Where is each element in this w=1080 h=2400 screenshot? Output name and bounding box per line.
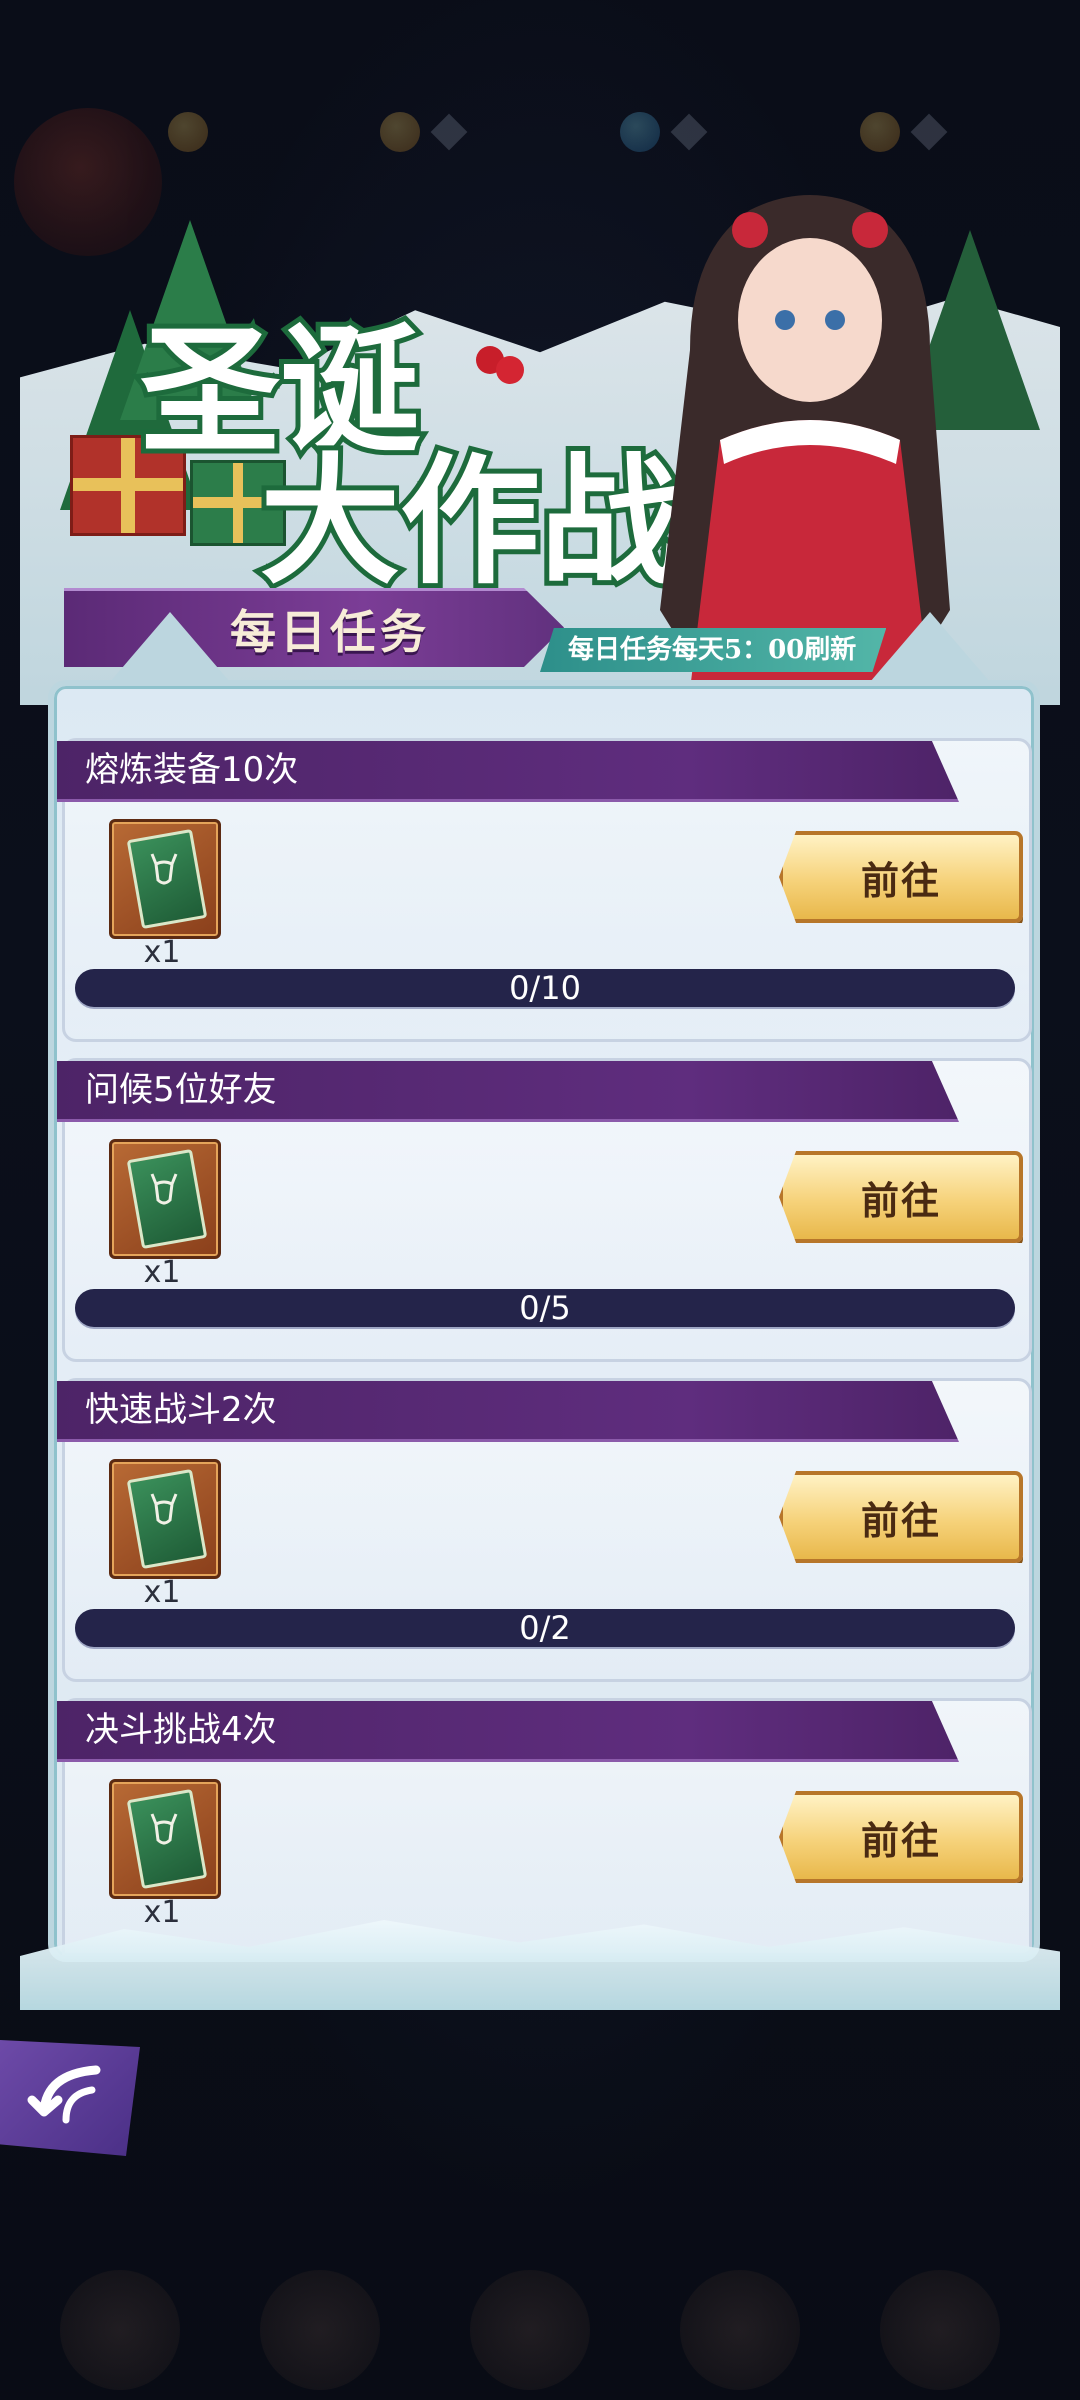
go-button-label: 前往	[860, 1497, 941, 1543]
token-icon	[860, 112, 900, 152]
gem-icon	[620, 112, 660, 152]
go-button-label: 前往	[860, 1817, 941, 1863]
back-arrow-icon	[27, 2065, 101, 2124]
background-bottom-nav	[0, 2230, 1080, 2400]
reindeer-card-icon[interactable]	[109, 1459, 221, 1579]
reindeer-card-icon[interactable]	[109, 819, 221, 939]
reindeer-card-icon[interactable]	[109, 1779, 221, 1899]
diamond-icon	[910, 113, 948, 151]
resource-gold	[168, 112, 208, 152]
reindeer-card-icon[interactable]	[109, 1139, 221, 1259]
progress-text: 0/10	[509, 969, 581, 1007]
panel-corner-ornament	[870, 612, 990, 682]
holly-berry-icon	[496, 356, 524, 384]
go-button[interactable]: 前往	[779, 1791, 1023, 1883]
task-progress-bar: 0/2	[75, 1609, 1015, 1647]
go-button-label: 前往	[860, 857, 941, 903]
task-title: 问候5位好友	[85, 1070, 277, 1110]
panel-corner-ornament	[110, 612, 230, 682]
task-title-bar: 问候5位好友	[57, 1061, 959, 1122]
task-title-bar: 快速战斗2次	[57, 1381, 959, 1442]
refresh-notice: 每日任务每天5：00刷新	[540, 628, 887, 672]
diamond-icon	[430, 113, 468, 151]
resource-token	[860, 112, 948, 152]
task-card: 决斗挑战4次 x1 前往	[57, 1698, 1032, 1956]
diamond-icon	[670, 113, 708, 151]
task-card: 熔炼装备10次 x1 前往 0/10	[57, 738, 1032, 1042]
task-title: 决斗挑战4次	[85, 1710, 277, 1750]
task-list-panel[interactable]: 熔炼装备10次 x1 前往 0/10 问候5位好友 x1 前往 0/5 快速战斗…	[48, 680, 1040, 1962]
resource-coin	[380, 112, 468, 152]
reward-quantity: x1	[143, 1575, 181, 1610]
task-title-bar: 决斗挑战4次	[57, 1701, 959, 1762]
progress-text: 0/2	[519, 1609, 571, 1647]
game-screen: 圣诞 大作战 每日任务 每日任务每天5：00刷新 熔炼装备10次 x1 前往 0…	[0, 0, 1080, 2400]
task-title-bar: 熔炼装备10次	[57, 741, 959, 802]
task-title: 快速战斗2次	[85, 1390, 277, 1430]
go-button[interactable]: 前往	[779, 831, 1023, 923]
back-button[interactable]	[0, 2040, 140, 2156]
task-card: 快速战斗2次 x1 前往 0/2	[57, 1378, 1032, 1682]
go-button-label: 前往	[860, 1177, 941, 1223]
go-button[interactable]: 前往	[779, 1151, 1023, 1243]
go-button[interactable]: 前往	[779, 1471, 1023, 1563]
resource-gem	[620, 112, 708, 152]
coin-icon	[380, 112, 420, 152]
reward-quantity: x1	[143, 935, 181, 970]
task-progress-bar: 0/10	[75, 969, 1015, 1007]
task-card: 问候5位好友 x1 前往 0/5	[57, 1058, 1032, 1362]
progress-text: 0/5	[519, 1289, 571, 1327]
gold-coin-icon	[168, 112, 208, 152]
daily-tasks-tab-label: 每日任务	[230, 605, 430, 659]
task-title: 熔炼装备10次	[85, 750, 299, 790]
reward-quantity: x1	[143, 1895, 181, 1930]
task-progress-bar: 0/5	[75, 1289, 1015, 1327]
reward-quantity: x1	[143, 1255, 181, 1290]
